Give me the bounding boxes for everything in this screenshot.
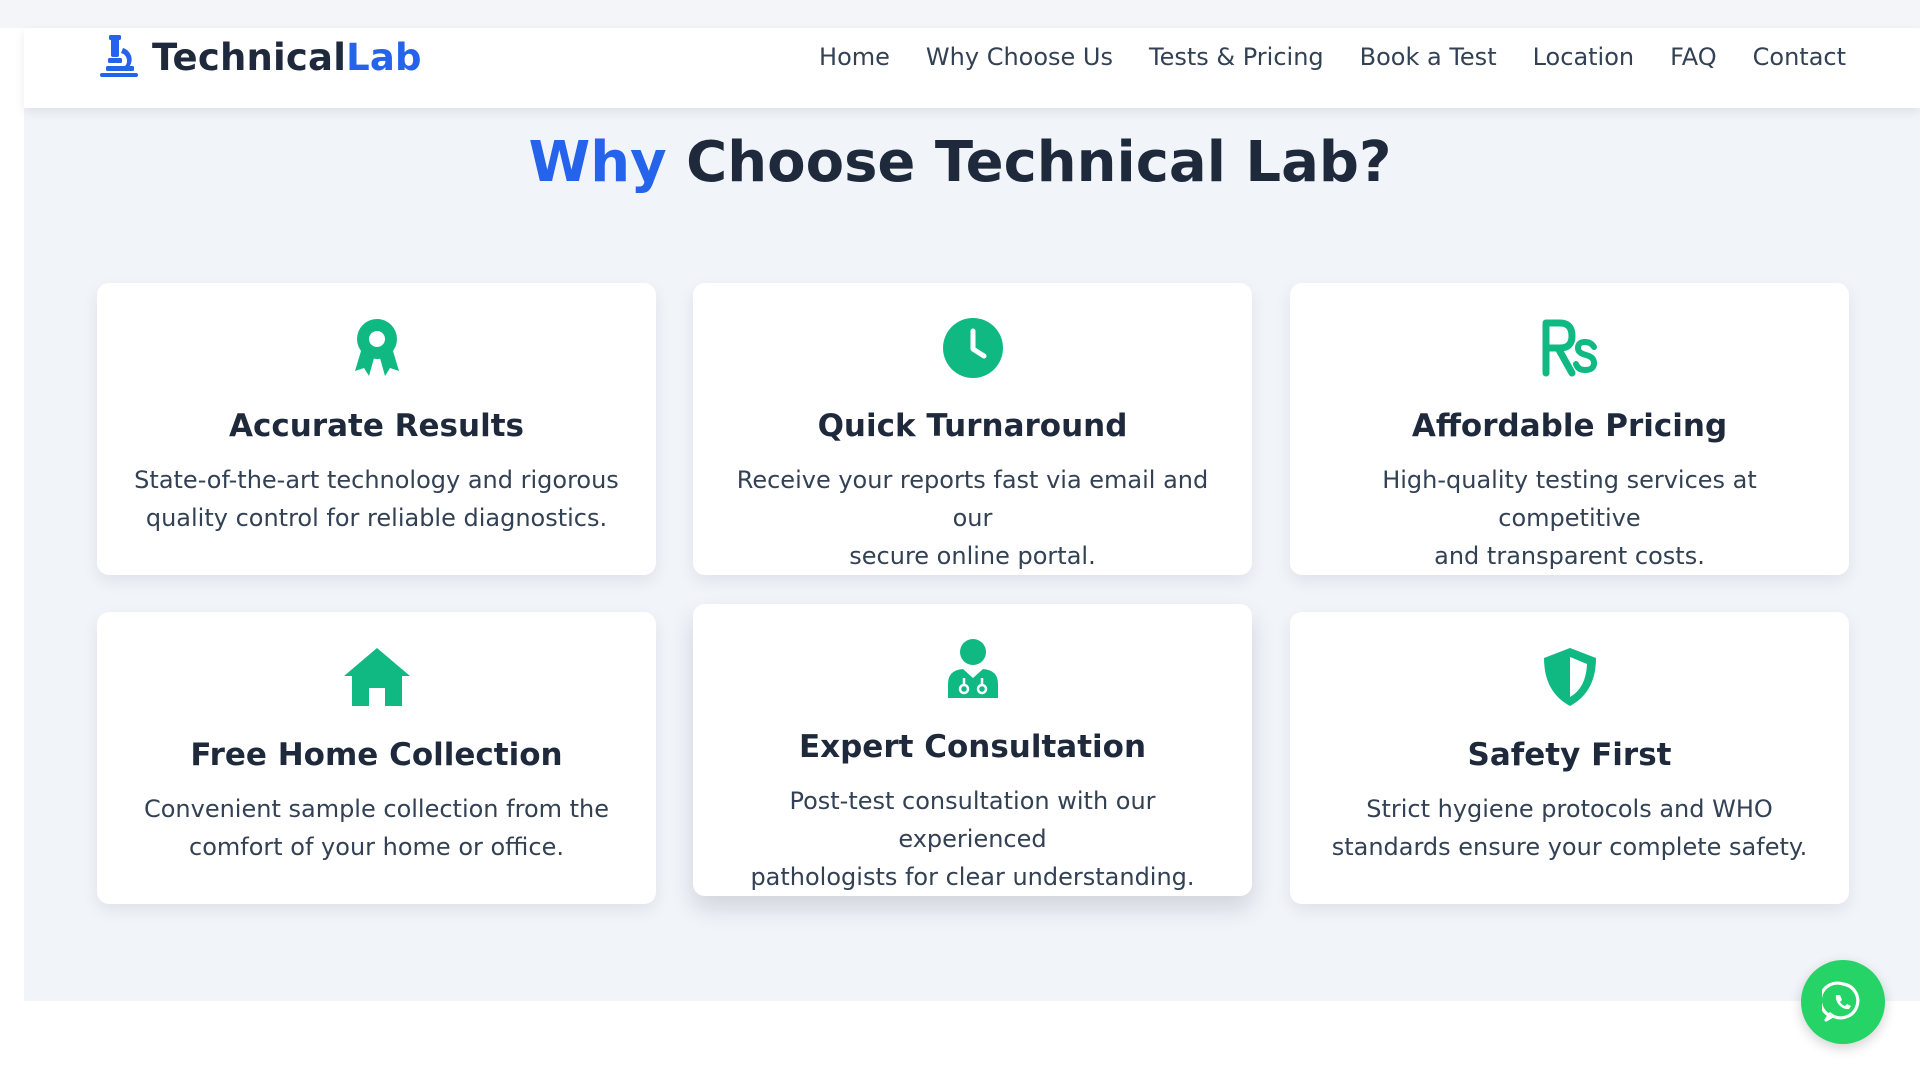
feature-description-line2: pathologists for clear understanding. (750, 863, 1195, 891)
feature-description: Convenient sample collection from the com… (127, 790, 626, 866)
feature-title: Safety First (1467, 737, 1672, 773)
feature-description-line2: quality control for reliable diagnostics… (145, 504, 608, 532)
feature-title: Expert Consultation (798, 729, 1147, 765)
feature-description-line1: State-of-the-art technology and rigorous (134, 466, 619, 494)
nav-contact[interactable]: Contact (1753, 43, 1846, 71)
feature-description: Strict hygiene protocols and WHO standard… (1320, 790, 1819, 866)
whatsapp-button[interactable] (1801, 960, 1885, 1044)
rupee-icon (1542, 319, 1597, 377)
nav-faq[interactable]: FAQ (1670, 43, 1717, 71)
feature-title: Affordable Pricing (1411, 408, 1728, 444)
feature-card-quick-turnaround: Quick Turnaround Receive your reports fa… (693, 283, 1252, 575)
feature-description-line1: Receive your reports fast via email and … (736, 466, 1209, 532)
feature-description-line1: High-quality testing services at competi… (1382, 466, 1757, 532)
brand-name: TechnicalLab (152, 36, 422, 79)
page: TechnicalLab Home Why Choose Us Tests & … (0, 0, 1920, 1080)
whatsapp-icon (1822, 981, 1860, 1022)
nav-tests-pricing[interactable]: Tests & Pricing (1149, 43, 1324, 71)
feature-card-expert-consultation: Expert Consultation Post-test consultati… (693, 604, 1252, 896)
microscope-icon (100, 35, 138, 77)
brand-logo[interactable]: TechnicalLab (96, 32, 422, 82)
feature-description: Post-test consultation with our experien… (723, 782, 1222, 896)
feature-title: Free Home Collection (190, 737, 563, 773)
feature-description-line1: Strict hygiene protocols and WHO (1366, 795, 1773, 823)
home-icon (343, 648, 410, 706)
nav-location[interactable]: Location (1533, 43, 1635, 71)
main-nav: Home Why Choose Us Tests & Pricing Book … (819, 40, 1846, 74)
feature-card-accurate-results: Accurate Results State-of-the-art techno… (97, 283, 656, 575)
feature-description: Receive your reports fast via email and … (723, 461, 1222, 575)
doctor-icon (947, 639, 998, 698)
feature-description-line2: comfort of your home or office. (189, 833, 564, 861)
section-title: Why Choose Technical Lab? (0, 130, 1920, 195)
section-title-accent: Why (528, 130, 667, 195)
feature-title: Quick Turnaround (817, 408, 1128, 444)
clock-icon (942, 318, 1003, 378)
feature-description-line2: secure online portal. (849, 542, 1096, 570)
feature-description-line2: standards ensure your complete safety. (1331, 833, 1808, 861)
feature-description: State-of-the-art technology and rigorous… (127, 461, 626, 537)
nav-book-a-test[interactable]: Book a Test (1360, 43, 1497, 71)
feature-title: Accurate Results (229, 408, 524, 444)
shield-icon (1543, 648, 1596, 706)
nav-why-choose-us[interactable]: Why Choose Us (926, 43, 1113, 71)
brand-name-part2: Lab (346, 35, 422, 79)
feature-description-line1: Post-test consultation with our experien… (789, 787, 1156, 853)
navbar: TechnicalLab Home Why Choose Us Tests & … (24, 28, 1920, 108)
feature-card-free-home-collection: Free Home Collection Convenient sample c… (97, 612, 656, 904)
section-title-rest: Choose Technical Lab? (666, 130, 1392, 195)
feature-description-line2: and transparent costs. (1434, 542, 1705, 570)
feature-card-affordable-pricing: Affordable Pricing High-quality testing … (1290, 283, 1849, 575)
feature-description: High-quality testing services at competi… (1320, 461, 1819, 575)
top-strip (0, 0, 1920, 28)
award-icon (354, 319, 399, 376)
nav-home[interactable]: Home (819, 43, 890, 71)
feature-card-safety-first: Safety First Strict hygiene protocols an… (1290, 612, 1849, 904)
brand-name-part1: Technical (152, 35, 347, 79)
feature-description-line1: Convenient sample collection from the (143, 795, 610, 823)
